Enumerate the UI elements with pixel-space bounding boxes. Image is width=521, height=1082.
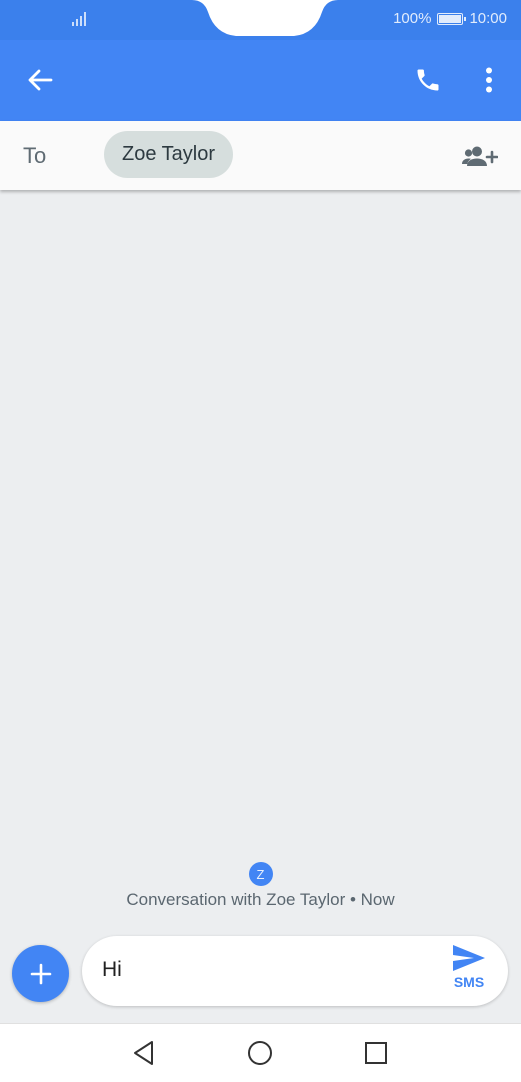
more-options-button[interactable] (465, 56, 513, 104)
add-recipient-button[interactable] (456, 133, 504, 181)
more-vert-icon (486, 67, 492, 93)
navigation-bar (0, 1023, 521, 1082)
status-bar: 100% 10:00 (0, 0, 521, 40)
conversation-info: Z Conversation with Zoe Taylor • Now (0, 862, 521, 910)
nav-recents-button[interactable] (353, 1030, 399, 1076)
battery-icon (437, 12, 467, 25)
add-person-icon (462, 146, 498, 166)
conversation-info-text: Conversation with Zoe Taylor • Now (126, 890, 395, 909)
message-compose-field[interactable]: Hi SMS (82, 936, 508, 1006)
app-bar (0, 40, 521, 121)
arrow-back-icon (28, 69, 53, 91)
back-button[interactable] (16, 56, 64, 104)
nav-home-button[interactable] (237, 1030, 283, 1076)
nav-back-icon (134, 1041, 153, 1065)
signal-icon (72, 12, 86, 26)
call-button[interactable] (404, 56, 452, 104)
battery-percent: 100% (393, 10, 432, 27)
avatar: Z (248, 862, 273, 886)
attach-button[interactable] (12, 945, 69, 1002)
plus-icon (30, 963, 51, 984)
recipient-chip[interactable]: Zoe Taylor (104, 131, 233, 178)
nav-home-icon (248, 1041, 272, 1065)
recipient-bar: To Zoe Taylor (0, 121, 521, 190)
send-icon (453, 945, 485, 971)
send-label: SMS (453, 974, 485, 990)
phone-icon (417, 69, 439, 91)
clock: 10:00 (469, 10, 507, 27)
status-right: 100% 10:00 (393, 10, 507, 27)
message-input[interactable]: Hi (102, 958, 122, 982)
nav-recents-icon (365, 1042, 387, 1064)
send-sms-button[interactable]: SMS (444, 944, 494, 1000)
to-label: To (23, 143, 47, 168)
nav-back-button[interactable] (121, 1030, 167, 1076)
